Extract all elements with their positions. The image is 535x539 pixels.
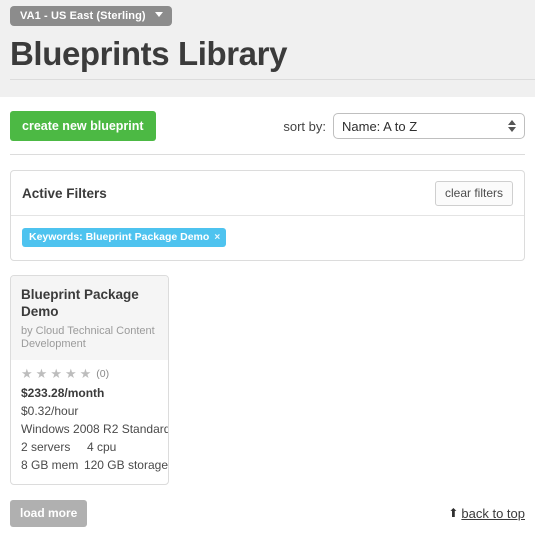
- page-header: VA1 - US East (Sterling) Blueprints Libr…: [0, 0, 535, 97]
- arrow-up-icon: ⬆: [448, 506, 459, 520]
- spec-servers: 2 servers: [21, 440, 71, 454]
- page-footer: load more ⬆ back to top: [0, 500, 535, 527]
- blueprint-author: by Cloud Technical Content Development: [21, 325, 155, 350]
- price-per-month: $233.28/month: [21, 386, 105, 400]
- page-title: Blueprints Library: [10, 35, 288, 72]
- toolbar: create new blueprint sort by: Name: A to…: [0, 97, 535, 141]
- chevron-down-icon: [154, 12, 163, 17]
- active-filters-body: Keywords: Blueprint Package Demo ×: [11, 216, 524, 260]
- blueprint-card-header: Blueprint Package Demo by Cloud Technica…: [11, 276, 168, 360]
- star-icon: ★: [79, 366, 92, 381]
- close-icon[interactable]: ×: [214, 232, 220, 243]
- filter-tag-keywords[interactable]: Keywords: Blueprint Package Demo ×: [22, 228, 227, 247]
- region-selector[interactable]: VA1 - US East (Sterling): [10, 6, 172, 26]
- blueprint-card[interactable]: Blueprint Package Demo by Cloud Technica…: [10, 275, 169, 485]
- header-divider: [10, 79, 535, 80]
- back-to-top-label: back to top: [461, 506, 525, 521]
- rating: ★ ★ ★ ★ ★ (0): [11, 366, 168, 381]
- spec-memory: 8 GB mem: [21, 458, 79, 472]
- spec-row: 2 servers 4 cpu: [11, 438, 168, 456]
- spec-row: 8 GB mem 120 GB storage: [11, 456, 168, 474]
- up-down-stepper-icon: [508, 120, 516, 132]
- price-per-hour: $0.32/hour: [21, 404, 79, 418]
- toolbar-divider: [10, 154, 525, 155]
- star-icon: ★: [21, 366, 33, 381]
- filter-tag-label: Keywords: Blueprint Package Demo: [29, 231, 210, 243]
- spec-cpu: 4 cpu: [87, 440, 117, 454]
- operating-system: Windows 2008 R2 Standard 64-bit: [21, 422, 168, 436]
- load-more-button[interactable]: load more: [10, 500, 88, 527]
- spec-storage: 120 GB storage: [83, 458, 168, 472]
- active-filters-title: Active Filters: [22, 186, 107, 201]
- clear-filters-button[interactable]: clear filters: [434, 181, 513, 206]
- star-icon: ★: [35, 366, 48, 381]
- active-filters-panel: Active Filters clear filters Keywords: B…: [10, 170, 525, 261]
- active-filters-header: Active Filters clear filters: [11, 171, 524, 216]
- sort-control: sort by: Name: A to Z: [283, 113, 525, 139]
- sort-by-label: sort by:: [283, 118, 326, 134]
- star-icon: ★: [64, 366, 77, 381]
- rating-count: (0): [96, 367, 110, 380]
- sort-select-value: Name: A to Z: [342, 118, 418, 134]
- star-icon: ★: [50, 366, 62, 381]
- sort-select[interactable]: Name: A to Z: [333, 113, 525, 139]
- back-to-top-link[interactable]: ⬆ back to top: [448, 506, 525, 521]
- blueprint-card-grid: Blueprint Package Demo by Cloud Technica…: [10, 275, 525, 485]
- blueprint-title: Blueprint Package Demo: [21, 287, 139, 319]
- blueprint-card-body: ★ ★ ★ ★ ★ (0) $233.28/month $0.32/hour W…: [11, 360, 168, 484]
- region-selector-label: VA1 - US East (Sterling): [20, 10, 146, 22]
- create-new-blueprint-button[interactable]: create new blueprint: [10, 111, 156, 141]
